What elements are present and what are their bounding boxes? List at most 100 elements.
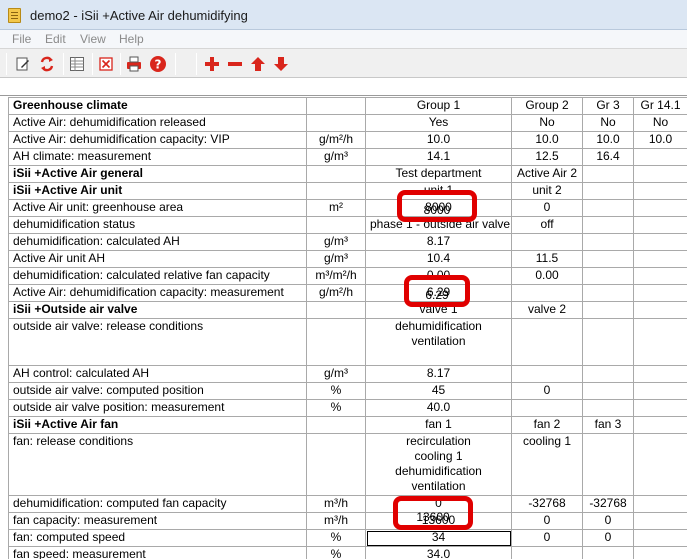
value-cell[interactable]: off <box>511 216 583 234</box>
print-button[interactable] <box>123 53 145 75</box>
value-cell[interactable] <box>582 199 634 217</box>
value-cell[interactable] <box>582 284 634 302</box>
value-cell[interactable] <box>633 182 687 200</box>
value-cell[interactable] <box>511 318 583 366</box>
value-cell[interactable]: 8.17 <box>365 233 512 251</box>
value-cell[interactable] <box>511 546 583 559</box>
value-cell[interactable] <box>511 233 583 251</box>
value-cell[interactable]: recirculation cooling 1 dehumidification ve… <box>365 433 512 496</box>
value-cell[interactable]: 8000 <box>365 199 512 217</box>
value-cell[interactable] <box>511 284 583 302</box>
value-cell[interactable]: 0 <box>582 512 634 530</box>
add-button[interactable] <box>201 53 223 75</box>
value-cell[interactable]: 10.4 <box>365 250 512 268</box>
value-cell[interactable]: 40.0 <box>365 399 512 417</box>
value-cell[interactable]: 10.0 <box>633 131 687 149</box>
value-cell[interactable] <box>582 433 634 496</box>
value-cell[interactable] <box>633 399 687 417</box>
value-cell[interactable] <box>582 301 634 319</box>
value-cell[interactable]: dehumidification ventilation <box>365 318 512 366</box>
move-down-button[interactable] <box>270 53 292 75</box>
value-cell[interactable] <box>582 250 634 268</box>
value-cell[interactable] <box>633 546 687 559</box>
delete-button[interactable] <box>95 53 117 75</box>
value-cell[interactable] <box>633 495 687 513</box>
menu-view[interactable]: View <box>80 32 106 46</box>
value-cell[interactable]: unit 1 <box>365 182 512 200</box>
value-cell[interactable]: phase 1 - outside air valve <box>365 216 512 234</box>
value-cell[interactable]: 45 <box>365 382 512 400</box>
value-cell[interactable] <box>582 267 634 285</box>
value-cell[interactable]: 6.29 <box>365 284 512 302</box>
menu-file[interactable]: File <box>12 32 31 46</box>
value-cell[interactable]: Test department <box>365 165 512 183</box>
value-cell[interactable] <box>633 529 687 547</box>
value-cell[interactable]: cooling 1 <box>511 433 583 496</box>
value-cell[interactable] <box>633 365 687 383</box>
value-cell[interactable]: -32768 <box>582 495 634 513</box>
table-button[interactable] <box>66 53 88 75</box>
value-cell[interactable] <box>582 365 634 383</box>
value-cell[interactable] <box>633 233 687 251</box>
value-cell[interactable] <box>582 165 634 183</box>
value-cell[interactable]: 0 <box>511 199 583 217</box>
help-button[interactable]: ? <box>147 53 169 75</box>
value-cell[interactable]: No <box>582 114 634 132</box>
value-cell[interactable]: -32768 <box>511 495 583 513</box>
value-cell[interactable]: Gr 14.1 <box>633 97 687 115</box>
value-cell[interactable] <box>633 199 687 217</box>
value-cell[interactable]: 0 <box>582 529 634 547</box>
value-cell[interactable]: No <box>633 114 687 132</box>
value-cell[interactable]: valve 2 <box>511 301 583 319</box>
value-cell[interactable]: 0.00 <box>365 267 512 285</box>
value-cell[interactable] <box>633 301 687 319</box>
value-cell[interactable] <box>582 318 634 366</box>
value-cell[interactable]: 16.4 <box>582 148 634 166</box>
remove-button[interactable] <box>224 53 246 75</box>
value-cell[interactable]: 10.0 <box>365 131 512 149</box>
value-cell[interactable] <box>633 512 687 530</box>
value-cell[interactable]: fan 2 <box>511 416 583 434</box>
value-cell[interactable]: 0 <box>365 495 512 513</box>
value-cell[interactable] <box>511 399 583 417</box>
value-cell[interactable] <box>633 416 687 434</box>
value-cell[interactable] <box>633 216 687 234</box>
value-cell[interactable]: 10.0 <box>511 131 583 149</box>
value-cell[interactable] <box>633 250 687 268</box>
value-cell[interactable] <box>582 233 634 251</box>
value-cell[interactable]: 11.5 <box>511 250 583 268</box>
value-cell[interactable] <box>511 365 583 383</box>
value-cell[interactable] <box>582 216 634 234</box>
value-cell[interactable]: Active Air 2 <box>511 165 583 183</box>
value-cell[interactable]: valve 1 <box>365 301 512 319</box>
value-cell[interactable]: fan 1 <box>365 416 512 434</box>
menu-help[interactable]: Help <box>119 32 144 46</box>
value-cell[interactable]: Gr 3 <box>582 97 634 115</box>
value-cell[interactable]: Group 1 <box>365 97 512 115</box>
value-cell[interactable]: 0.00 <box>511 267 583 285</box>
value-cell[interactable]: 34 <box>365 529 512 547</box>
value-cell[interactable]: 10.0 <box>582 131 634 149</box>
value-cell[interactable] <box>633 267 687 285</box>
value-cell[interactable] <box>633 382 687 400</box>
value-cell[interactable] <box>582 182 634 200</box>
value-cell[interactable]: 13600 <box>365 512 512 530</box>
value-cell[interactable]: fan 3 <box>582 416 634 434</box>
value-cell[interactable] <box>582 546 634 559</box>
value-cell[interactable] <box>633 148 687 166</box>
move-up-button[interactable] <box>247 53 269 75</box>
value-cell[interactable]: 8.17 <box>365 365 512 383</box>
value-cell[interactable]: No <box>511 114 583 132</box>
value-cell[interactable]: unit 2 <box>511 182 583 200</box>
value-cell[interactable]: 34.0 <box>365 546 512 559</box>
menu-edit[interactable]: Edit <box>45 32 66 46</box>
value-cell[interactable] <box>633 284 687 302</box>
edit-button[interactable] <box>12 53 34 75</box>
value-cell[interactable]: 0 <box>511 529 583 547</box>
refresh-button[interactable] <box>36 53 58 75</box>
value-cell[interactable] <box>633 318 687 366</box>
value-cell[interactable]: 14.1 <box>365 148 512 166</box>
value-cell[interactable]: 12.5 <box>511 148 583 166</box>
value-cell[interactable] <box>633 433 687 496</box>
value-cell[interactable]: Group 2 <box>511 97 583 115</box>
